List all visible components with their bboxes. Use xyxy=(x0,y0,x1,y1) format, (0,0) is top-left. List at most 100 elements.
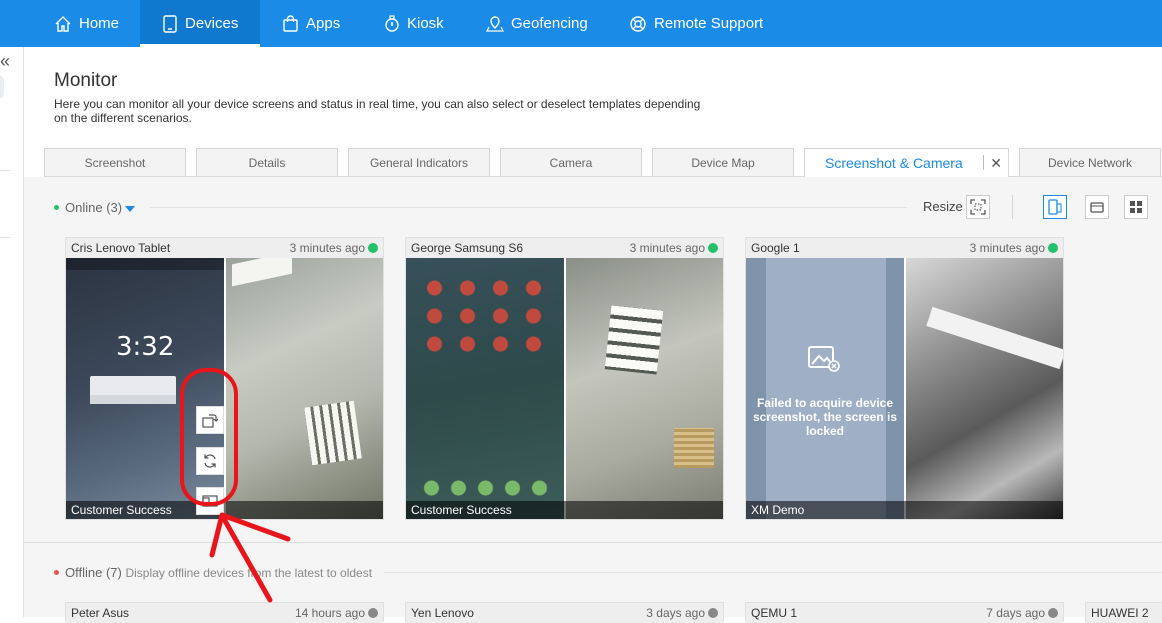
device-screenshot[interactable]: Failed to acquire device screenshot, the… xyxy=(746,258,904,519)
nav-apps[interactable]: Apps xyxy=(282,0,340,47)
top-navigation: Home Devices Apps Kiosk Geofencing Remot… xyxy=(0,0,1162,47)
online-status-icon xyxy=(368,243,378,253)
device-card[interactable]: George Samsung S6 3 minutes ago Customer… xyxy=(405,237,724,520)
device-name[interactable]: Google 1 xyxy=(751,241,800,255)
ceiling-light xyxy=(232,258,292,287)
template-tabs: Screenshot Details General Indicators Ca… xyxy=(44,148,1162,177)
screenshot-overlay xyxy=(886,258,904,519)
grid-icon xyxy=(1130,201,1142,213)
lifebuoy-icon xyxy=(630,15,646,32)
online-section-toggle[interactable]: Online (3) xyxy=(54,200,136,215)
nav-geofencing[interactable]: Geofencing xyxy=(486,0,588,47)
online-status-icon xyxy=(708,243,718,253)
landscape-screenshot-icon xyxy=(1090,202,1104,213)
tab-general-indicators[interactable]: General Indicators xyxy=(348,148,490,176)
device-card[interactable]: Yen Lenovo 3 days ago xyxy=(405,602,724,623)
nav-devices[interactable]: Devices xyxy=(140,0,260,47)
card-header: Yen Lenovo 3 days ago xyxy=(406,603,723,623)
section-divider xyxy=(150,207,907,208)
ceiling-light xyxy=(304,400,362,466)
tab-device-network[interactable]: Device Network xyxy=(1019,148,1161,176)
device-card[interactable]: Google 1 3 minutes ago Failed to acquire… xyxy=(745,237,1064,520)
highlight-annotation xyxy=(180,368,238,506)
nav-label: Home xyxy=(79,15,120,32)
last-seen-time: 3 days ago xyxy=(646,606,705,620)
notification-card xyxy=(90,395,176,404)
card-header: QEMU 1 7 days ago xyxy=(746,603,1063,623)
page-title: Monitor xyxy=(54,70,118,91)
device-camera-image[interactable] xyxy=(906,258,1063,519)
collapse-sidebar-icon[interactable]: « xyxy=(0,51,10,72)
tab-screenshot-camera[interactable]: Screenshot & Camera ✕ xyxy=(804,148,1009,177)
close-icon[interactable]: ✕ xyxy=(990,155,1002,172)
online-dot-icon xyxy=(54,205,59,211)
tab-label: Screenshot xyxy=(84,155,146,170)
tab-label: Screenshot & Camera xyxy=(825,155,963,171)
broken-image-icon xyxy=(808,346,840,372)
resize-label: Resize xyxy=(923,199,963,214)
tab-screenshot[interactable]: Screenshot xyxy=(44,148,186,176)
nav-label: Apps xyxy=(306,15,341,32)
home-icon xyxy=(55,15,71,32)
portrait-layout-button[interactable] xyxy=(1043,195,1067,219)
card-body: Customer Success xyxy=(406,258,723,519)
ceiling-light xyxy=(604,305,664,375)
tab-camera[interactable]: Camera xyxy=(500,148,642,176)
page-description: Here you can monitor all your device scr… xyxy=(54,97,701,125)
section-divider xyxy=(384,572,1162,573)
device-card[interactable]: QEMU 1 7 days ago xyxy=(745,602,1064,623)
lock-icon xyxy=(385,14,399,32)
nav-home[interactable]: Home xyxy=(54,0,119,47)
resize-button[interactable] xyxy=(966,195,990,219)
card-header: Google 1 3 minutes ago xyxy=(746,238,1063,258)
device-card[interactable]: HUAWEI 2 xyxy=(1085,602,1162,623)
card-body: Failed to acquire device screenshot, the… xyxy=(746,258,1063,519)
card-header: Cris Lenovo Tablet 3 minutes ago xyxy=(66,238,383,258)
nav-kiosk[interactable]: Kiosk xyxy=(384,0,444,47)
nav-label: Kiosk xyxy=(407,15,444,32)
rail-avatar[interactable] xyxy=(0,75,4,99)
app-icon-grid xyxy=(418,274,550,364)
tab-device-map[interactable]: Device Map xyxy=(652,148,794,176)
caret-down-icon[interactable] xyxy=(125,205,136,212)
resize-icon xyxy=(970,199,986,215)
device-name[interactable]: Cris Lenovo Tablet xyxy=(71,241,170,255)
tab-separator xyxy=(983,155,984,170)
nav-remote-support[interactable]: Remote Support xyxy=(629,0,763,47)
online-status-icon xyxy=(1048,243,1058,253)
offline-dot-icon xyxy=(54,570,59,576)
landscape-layout-button[interactable] xyxy=(1085,195,1109,219)
air-vent xyxy=(674,428,714,468)
tablet-icon xyxy=(163,14,177,33)
device-name[interactable]: QEMU 1 xyxy=(751,606,797,620)
map-pin-icon xyxy=(486,15,504,32)
device-group: XM Demo xyxy=(746,501,1063,519)
device-name[interactable]: Yen Lenovo xyxy=(411,606,474,620)
tab-label: Device Network xyxy=(1047,155,1133,170)
tab-details[interactable]: Details xyxy=(196,148,338,176)
last-seen-time: 3 minutes ago xyxy=(629,241,705,255)
bag-icon xyxy=(283,14,298,32)
tab-label: Camera xyxy=(549,155,593,170)
ceiling-light xyxy=(926,306,1063,370)
tab-label: Details xyxy=(248,155,286,170)
last-seen-time: 3 minutes ago xyxy=(969,241,1045,255)
lock-screen-clock: 3:32 xyxy=(116,332,175,362)
device-name[interactable]: George Samsung S6 xyxy=(411,241,523,255)
device-name[interactable]: HUAWEI 2 xyxy=(1091,606,1149,620)
grid-layout-button[interactable] xyxy=(1124,195,1148,219)
device-camera-image[interactable] xyxy=(566,258,723,519)
rail-divider xyxy=(0,170,10,171)
device-camera-image[interactable] xyxy=(226,258,383,519)
device-screenshot[interactable] xyxy=(406,258,564,519)
card-header: George Samsung S6 3 minutes ago xyxy=(406,238,723,258)
screenshot-overlay xyxy=(746,258,766,519)
nav-label: Remote Support xyxy=(654,15,764,32)
section-divider xyxy=(24,542,1162,543)
device-group: Customer Success xyxy=(406,501,723,519)
card-header: HUAWEI 2 xyxy=(1086,603,1162,623)
tab-label: Device Map xyxy=(691,155,755,170)
device-name[interactable]: Peter Asus xyxy=(71,606,129,620)
tab-label: General Indicators xyxy=(369,155,469,170)
arrow-annotation-icon xyxy=(209,512,291,603)
